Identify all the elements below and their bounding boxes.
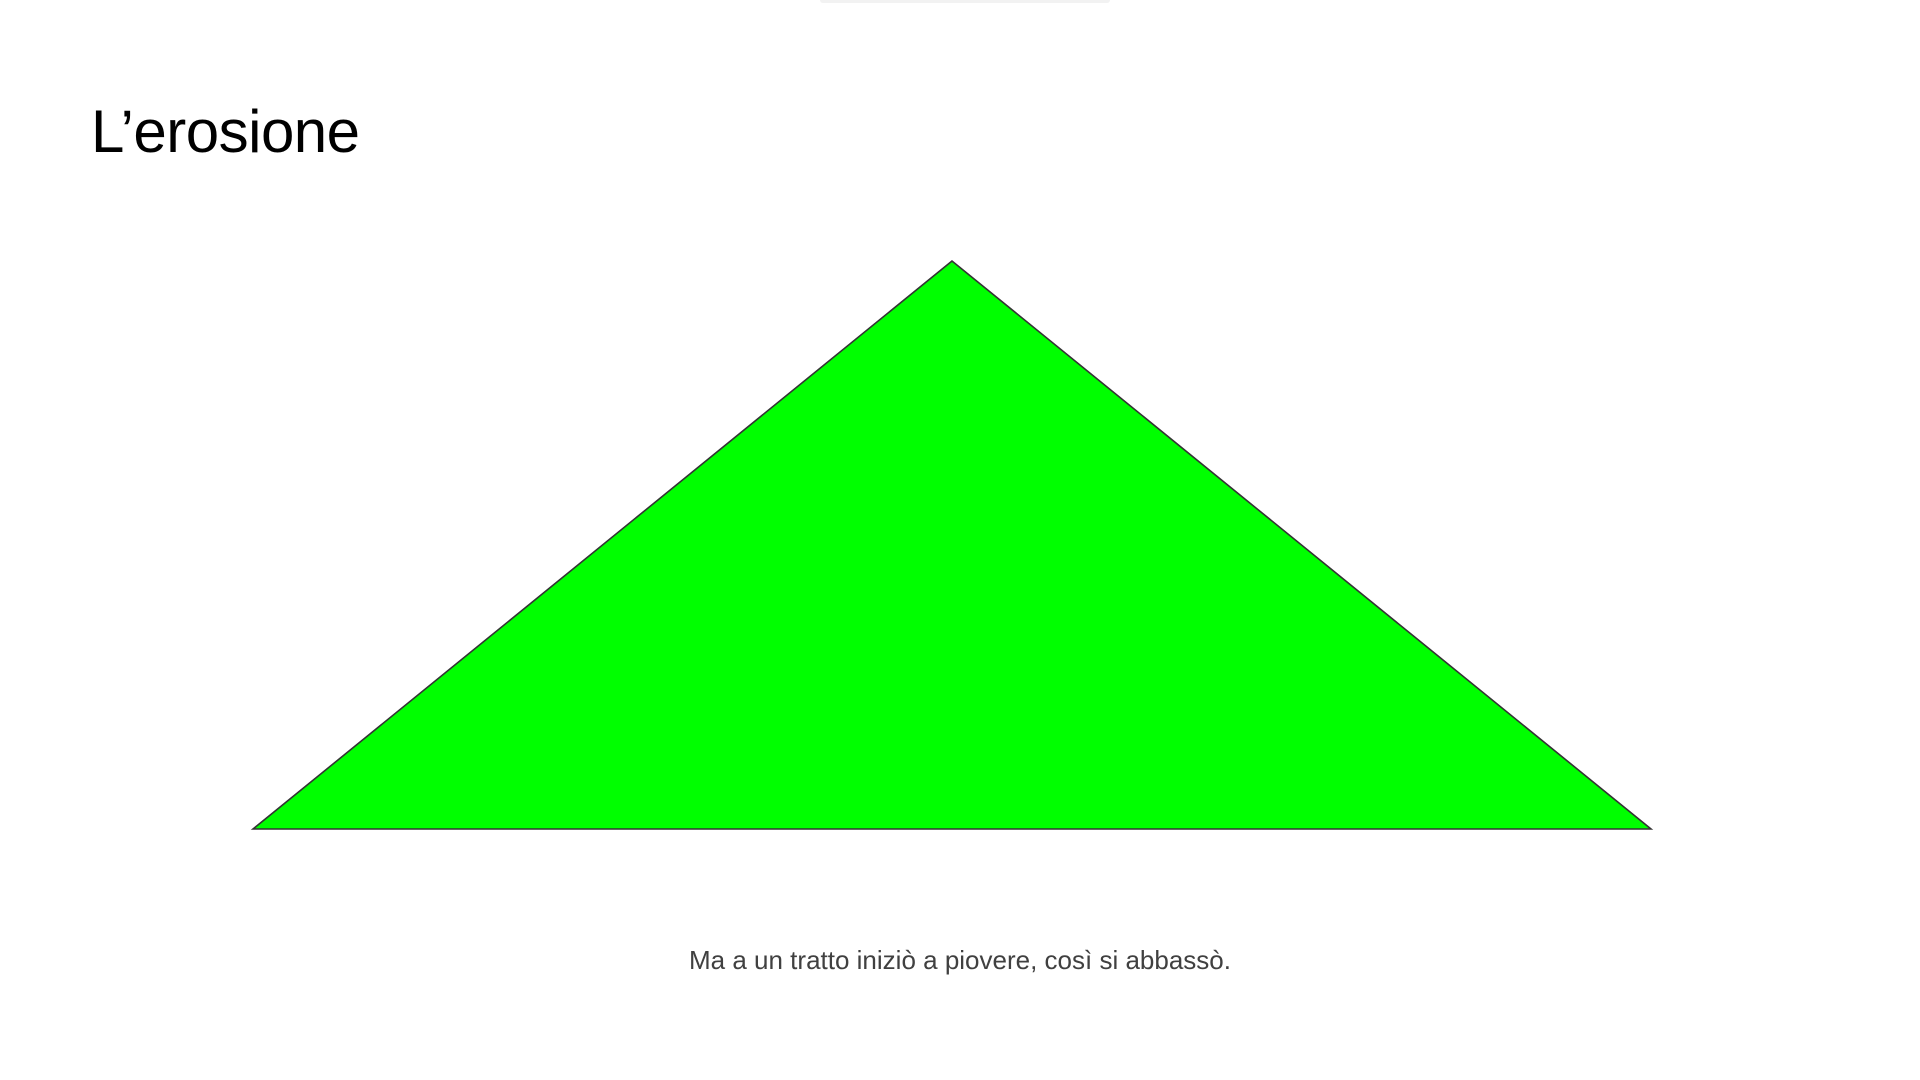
mountain-illustration xyxy=(250,259,1654,830)
slide-caption: Ma a un tratto iniziò a piovere, così si… xyxy=(689,945,1231,975)
mountain-triangle xyxy=(250,259,1654,830)
slide-canvas: L’erosione Ma a un tratto iniziò a piove… xyxy=(0,0,1920,1080)
